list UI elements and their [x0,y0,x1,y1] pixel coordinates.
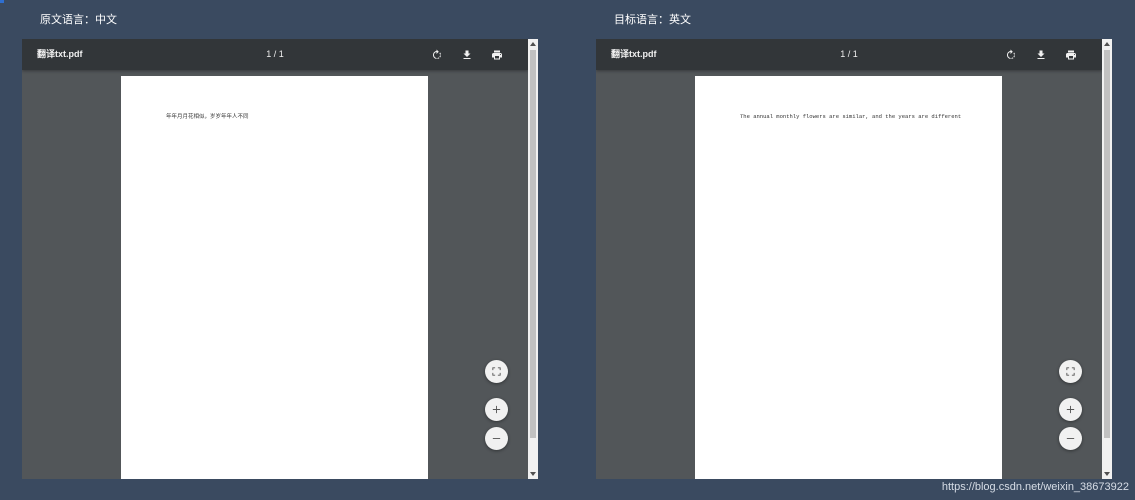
download-icon [463,50,471,59]
rotate-button[interactable] [1002,46,1020,64]
chevron-down-icon [1104,472,1110,476]
fit-to-page-button[interactable] [1059,360,1082,383]
scrollbar-thumb[interactable] [1104,50,1110,438]
zoom-in-icon [1066,405,1075,414]
scroll-up-button[interactable] [528,39,538,49]
source-language-pane: 原文语言：中文 翻译txt.pdf 1 / 1 年年月月花相似，岁岁年年人不同 [0,0,540,500]
pdf-page-text: The annual monthly flowers are similar, … [740,113,962,120]
scroll-down-button[interactable] [1102,469,1112,479]
zoom-out-button[interactable] [1059,427,1082,450]
print-icon [492,50,502,60]
print-button[interactable] [1062,46,1080,64]
pdf-toolbar: 翻译txt.pdf 1 / 1 [596,39,1102,70]
rotate-button[interactable] [428,46,446,64]
zoom-out-icon [492,438,501,439]
chevron-up-icon [530,42,536,46]
target-language-pane: 目标语言：英文 翻译txt.pdf 1 / 1 The annual month… [574,0,1114,500]
pdf-page: 年年月月花相似，岁岁年年人不同 [121,76,428,479]
pdf-toolbar: 翻译txt.pdf 1 / 1 [22,39,528,70]
zoom-out-icon [1066,438,1075,439]
download-button[interactable] [458,46,476,64]
zoom-in-button[interactable] [485,398,508,421]
scroll-up-button[interactable] [1102,39,1112,49]
rotate-icon [1007,49,1015,59]
pdf-page: The annual monthly flowers are similar, … [695,76,1002,479]
chevron-up-icon [1104,42,1110,46]
pdf-viewer-source[interactable]: 翻译txt.pdf 1 / 1 年年月月花相似，岁岁年年人不同 [22,39,528,479]
zoom-in-icon [492,405,501,414]
source-watermark: https://blog.csdn.net/weixin_38673922 [941,481,1129,493]
pdf-page-counter: 1 / 1 [840,49,858,59]
source-language-title: 原文语言：中文 [40,14,117,26]
fit-to-page-icon [492,367,501,376]
print-button[interactable] [488,46,506,64]
fit-to-page-icon [1066,367,1075,376]
print-icon [1066,50,1076,60]
fit-to-page-button[interactable] [485,360,508,383]
chevron-down-icon [530,472,536,476]
scrollbar-thumb[interactable] [530,50,536,438]
vertical-scrollbar[interactable] [528,39,538,479]
download-icon [1037,50,1045,59]
scroll-down-button[interactable] [528,469,538,479]
target-language-title: 目标语言：英文 [614,14,691,26]
pdf-page-text: 年年月月花相似，岁岁年年人不同 [166,114,249,120]
zoom-in-button[interactable] [1059,398,1082,421]
pdf-viewer-target[interactable]: 翻译txt.pdf 1 / 1 The annual monthly flowe… [596,39,1102,479]
download-button[interactable] [1032,46,1050,64]
zoom-out-button[interactable] [485,427,508,450]
pdf-page-counter: 1 / 1 [266,49,284,59]
rotate-icon [433,49,441,59]
vertical-scrollbar[interactable] [1102,39,1112,479]
